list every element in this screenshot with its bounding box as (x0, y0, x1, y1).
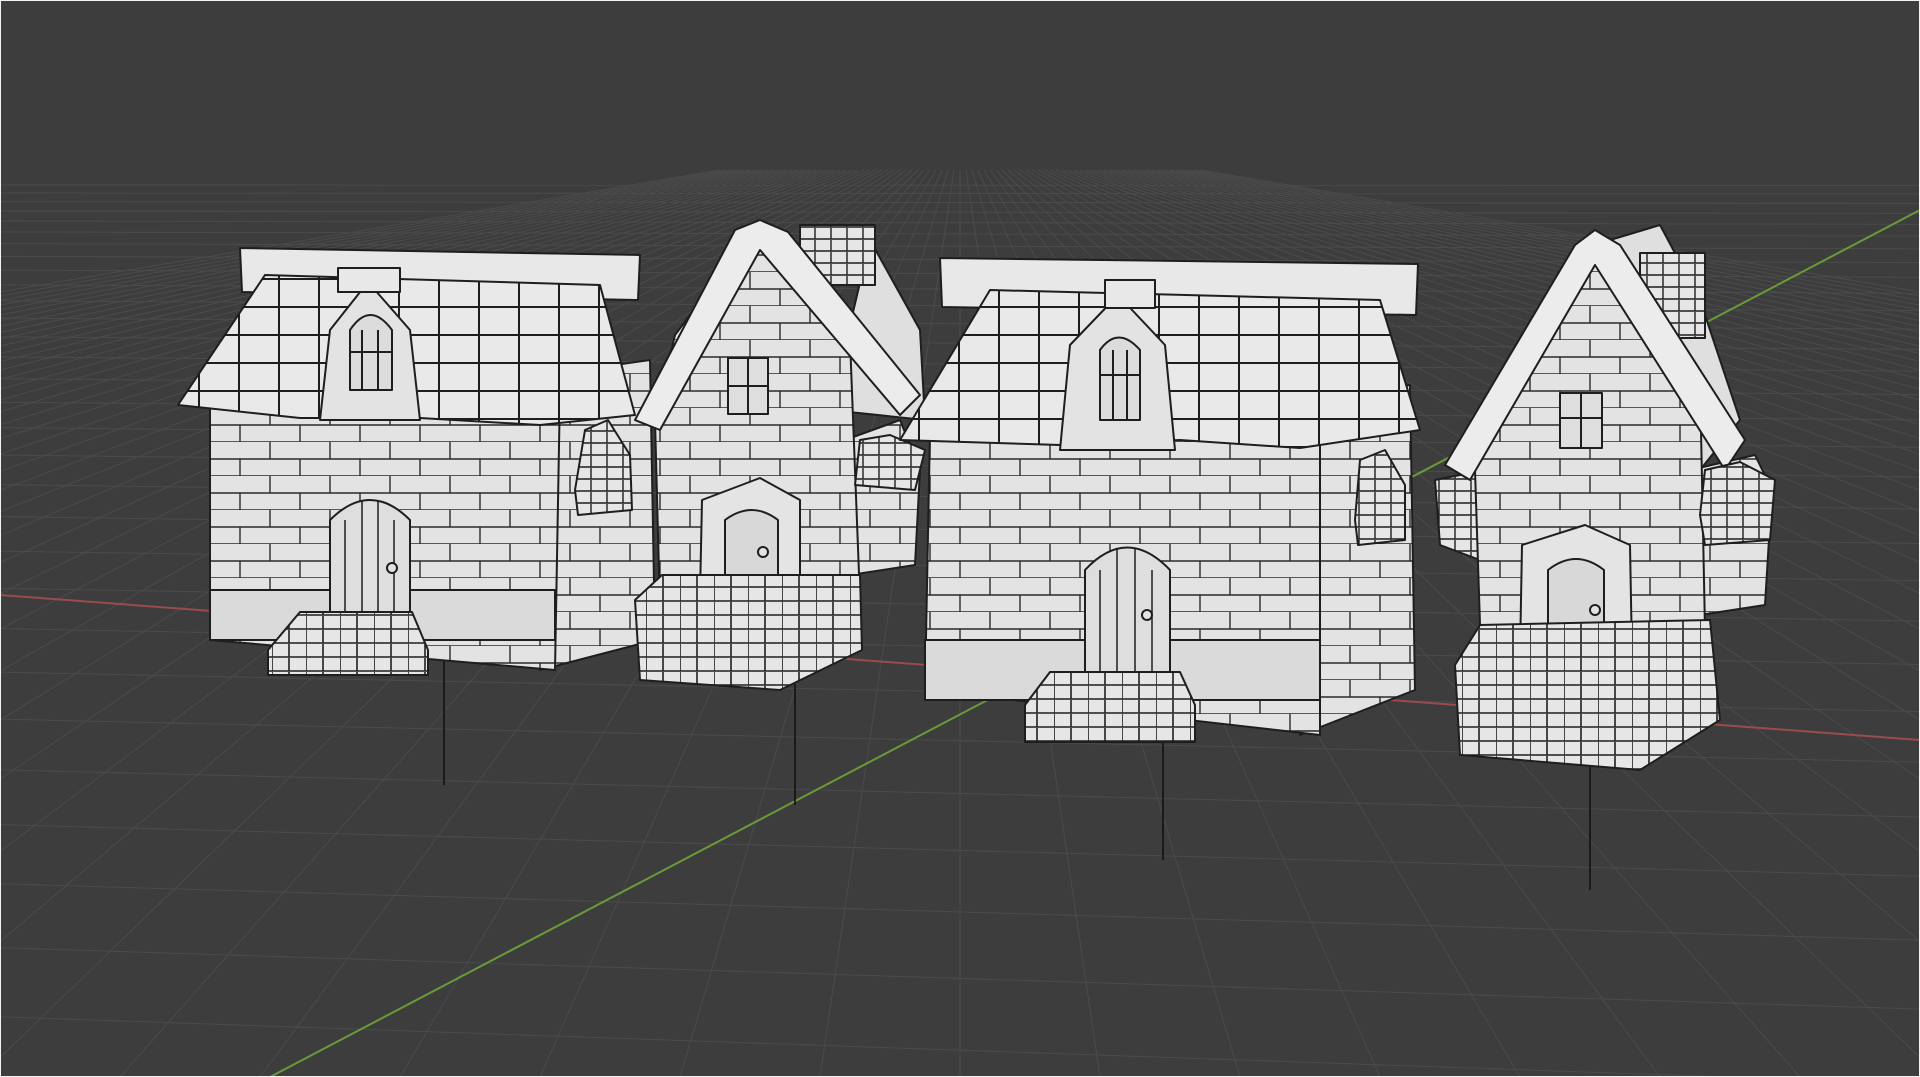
house-mesh-4[interactable] (1434, 224, 1776, 890)
3d-viewport[interactable] (0, 0, 1920, 1077)
house-mesh-1[interactable] (177, 247, 656, 785)
viewport-scene (0, 169, 1920, 1077)
house-mesh-2[interactable] (634, 219, 926, 805)
grid-line (0, 192, 1920, 195)
house-mesh-3[interactable] (899, 257, 1421, 860)
